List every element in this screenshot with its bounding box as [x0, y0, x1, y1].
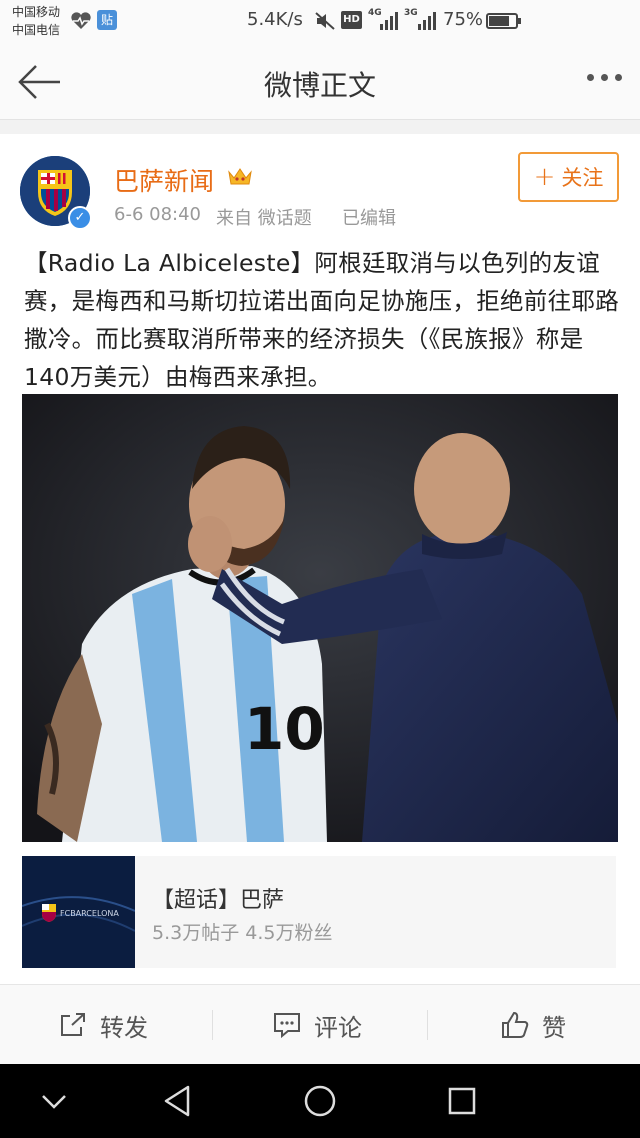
network-type-2: 3G	[404, 8, 418, 18]
repost-icon	[61, 1013, 85, 1036]
battery-percent: 75%	[443, 9, 484, 30]
plus-icon: +	[533, 162, 556, 192]
hd-badge: HD	[341, 11, 362, 29]
signal-icon	[380, 10, 398, 30]
post-time: 6-6 08:40	[114, 204, 201, 225]
super-topic-card[interactable]: FCBARCELONA 【超话】巴萨 5.3万帖子 4.5万粉丝	[22, 856, 616, 968]
signal-icon-2	[418, 10, 436, 30]
jersey-number: 10	[244, 695, 325, 763]
repost-label: 转发	[100, 1013, 148, 1042]
battery-level	[489, 16, 509, 26]
post-source: 来自 微话题	[216, 208, 312, 229]
divider	[427, 1010, 428, 1040]
topic-thumbnail: FCBARCELONA	[22, 856, 135, 968]
page-title: 微博正文	[263, 69, 376, 102]
post-body-text: 【Radio La Albiceleste】阿根廷取消与以色列的友谊赛，是梅西和…	[24, 249, 619, 391]
comment-label: 评论	[314, 1013, 362, 1042]
comment-icon	[274, 1013, 300, 1039]
more-options-icon[interactable]	[587, 74, 622, 81]
post-photo[interactable]: 10	[22, 394, 618, 842]
follow-label: 关注	[561, 166, 604, 190]
topic-stats: 5.3万帖子 4.5万粉丝	[152, 922, 333, 944]
network-speed: 5.4K/s	[247, 9, 303, 30]
system-nav-bar	[0, 1064, 640, 1138]
crown-vip-icon	[228, 168, 252, 185]
carrier-2: 中国电信	[12, 23, 61, 37]
comment-button[interactable]: 评论	[272, 985, 362, 1065]
follow-button[interactable]: + 关注	[518, 152, 619, 202]
home-circle-icon[interactable]	[300, 1081, 340, 1121]
photo-illustration: 10	[22, 394, 618, 842]
back-triangle-icon[interactable]	[158, 1081, 198, 1121]
recents-square-icon[interactable]	[442, 1081, 482, 1121]
mute-icon	[315, 12, 335, 30]
action-bar: 转发 评论 赞	[0, 984, 640, 1064]
like-label: 赞	[542, 1013, 566, 1042]
chevron-down-icon[interactable]	[34, 1081, 74, 1121]
heart-pulse-icon	[71, 12, 91, 29]
verified-badge-icon: ✓	[68, 206, 92, 230]
nav-header: 微博正文	[0, 44, 640, 120]
edited-label: 已编辑	[342, 208, 396, 229]
username[interactable]: 巴萨新闻	[114, 162, 214, 198]
like-button[interactable]: 赞	[500, 985, 566, 1065]
topic-name: 【超话】巴萨	[152, 888, 285, 913]
repost-button[interactable]: 转发	[58, 985, 148, 1065]
battery-tip	[518, 18, 521, 24]
notification-app-icon: 贴	[97, 10, 117, 30]
post-card: ✓ 巴萨新闻 6-6 08:40 来自 微话题 已编辑 + 关注 【Radio …	[0, 134, 640, 984]
divider	[212, 1010, 213, 1040]
topic-thumb-text: FCBARCELONA	[60, 909, 119, 918]
battery-icon	[486, 13, 518, 29]
status-bar: 中国移动 中国电信 贴 5.4K/s HD 4G 3G 75%	[0, 0, 640, 44]
thumbs-up-icon	[502, 1011, 529, 1038]
carrier-1: 中国移动	[12, 5, 61, 19]
